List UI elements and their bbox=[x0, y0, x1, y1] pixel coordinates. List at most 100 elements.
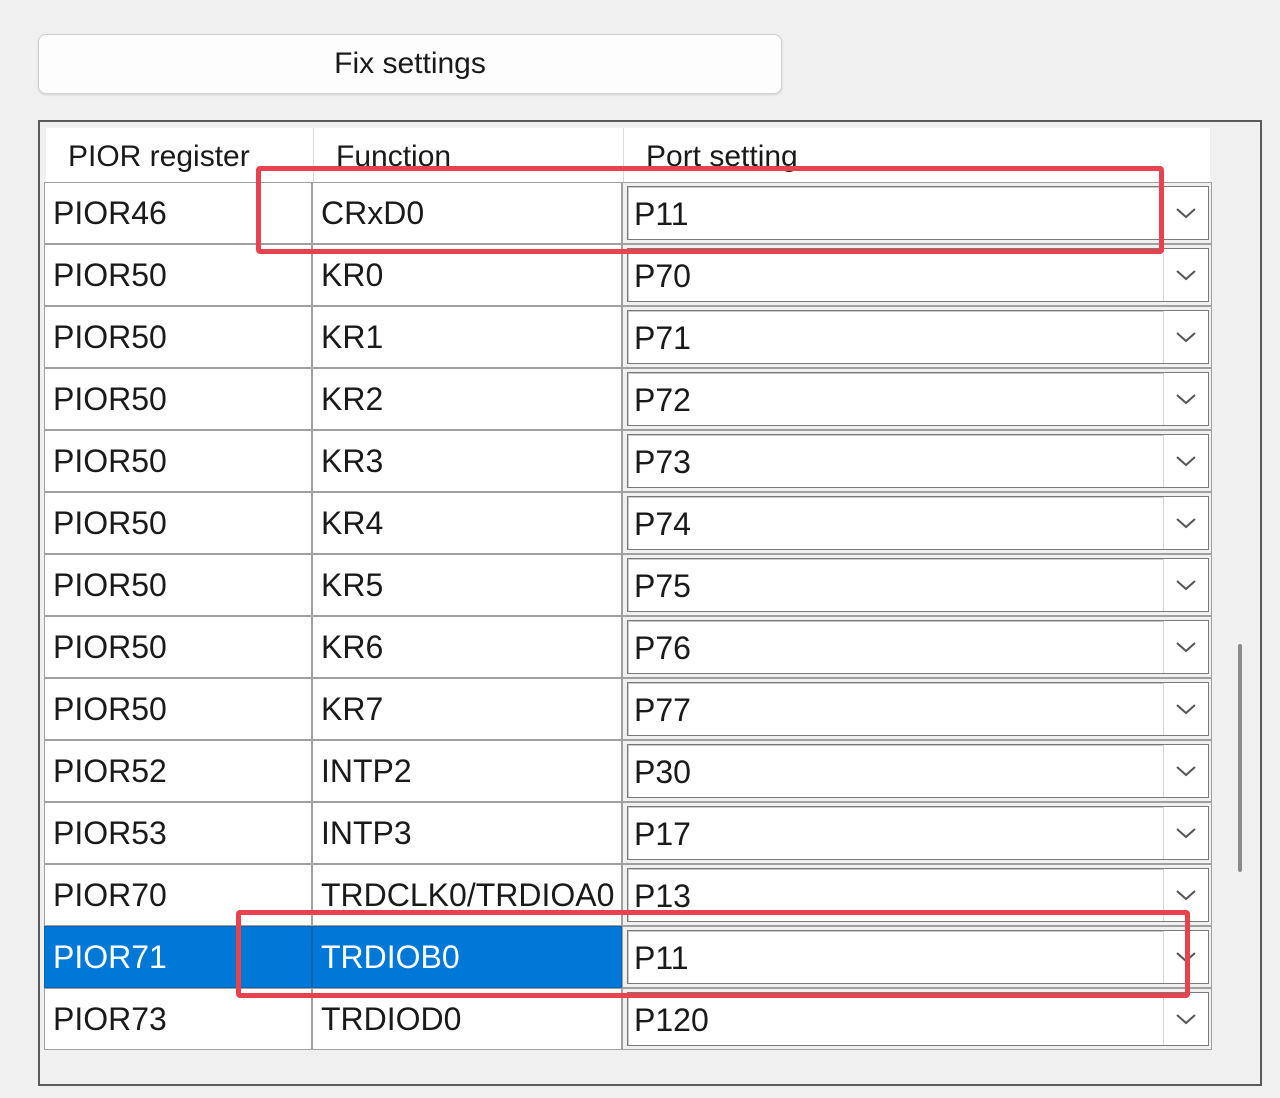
cell-function[interactable]: KR2 bbox=[312, 368, 622, 430]
chevron-down-icon[interactable] bbox=[1163, 497, 1208, 549]
cell-port-setting[interactable]: P11 bbox=[622, 926, 1212, 988]
port-select[interactable]: P11 bbox=[627, 186, 1209, 240]
cell-port-setting[interactable]: P13 bbox=[622, 864, 1212, 926]
cell-port-setting[interactable]: P30 bbox=[622, 740, 1212, 802]
cell-port-setting[interactable]: P71 bbox=[622, 306, 1212, 368]
cell-function[interactable]: KR5 bbox=[312, 554, 622, 616]
cell-function[interactable]: KR3 bbox=[312, 430, 622, 492]
port-select-value: P30 bbox=[634, 754, 691, 790]
cell-port-setting[interactable]: P70 bbox=[622, 244, 1212, 306]
chevron-down-icon[interactable] bbox=[1163, 249, 1208, 301]
port-select-value: P73 bbox=[634, 444, 691, 480]
cell-register[interactable]: PIOR50 bbox=[44, 306, 312, 368]
port-select[interactable]: P71 bbox=[627, 310, 1209, 364]
cell-register[interactable]: PIOR70 bbox=[44, 864, 312, 926]
port-select-value: P71 bbox=[634, 320, 691, 356]
chevron-down-icon[interactable] bbox=[1163, 187, 1208, 239]
cell-port-setting[interactable]: P73 bbox=[622, 430, 1212, 492]
cell-register[interactable]: PIOR50 bbox=[44, 430, 312, 492]
cell-function[interactable]: INTP3 bbox=[312, 802, 622, 864]
cell-register[interactable]: PIOR73 bbox=[44, 988, 312, 1050]
port-select-value: P11 bbox=[634, 196, 689, 232]
pior-settings-grid: PIOR register Function Port setting PIOR… bbox=[38, 120, 1262, 1086]
port-select[interactable]: P13 bbox=[627, 868, 1209, 922]
table-row[interactable]: PIOR52 INTP2 P30 bbox=[44, 740, 1212, 802]
table-row[interactable]: PIOR50 KR5 P75 bbox=[44, 554, 1212, 616]
port-select[interactable]: P17 bbox=[627, 806, 1209, 860]
table-row[interactable]: PIOR50 KR2 P72 bbox=[44, 368, 1212, 430]
chevron-down-icon[interactable] bbox=[1163, 559, 1208, 611]
chevron-down-icon[interactable] bbox=[1163, 869, 1208, 921]
table-row[interactable]: PIOR46 CRxD0 P11 bbox=[44, 182, 1212, 244]
table-row[interactable]: PIOR50 KR1 P71 bbox=[44, 306, 1212, 368]
cell-function[interactable]: KR4 bbox=[312, 492, 622, 554]
chevron-down-icon[interactable] bbox=[1163, 311, 1208, 363]
cell-port-setting[interactable]: P120 bbox=[622, 988, 1212, 1050]
table-row[interactable]: PIOR50 KR6 P76 bbox=[44, 616, 1212, 678]
port-select[interactable]: P30 bbox=[627, 744, 1209, 798]
cell-function[interactable]: TRDCLK0/TRDIOA0 bbox=[312, 864, 622, 926]
cell-function[interactable]: TRDIOD0 bbox=[312, 988, 622, 1050]
table-row[interactable]: PIOR50 KR3 P73 bbox=[44, 430, 1212, 492]
port-select[interactable]: P70 bbox=[627, 248, 1209, 302]
table-row[interactable]: PIOR50 KR0 P70 bbox=[44, 244, 1212, 306]
port-select[interactable]: P72 bbox=[627, 372, 1209, 426]
port-select[interactable]: P75 bbox=[627, 558, 1209, 612]
cell-port-setting[interactable]: P74 bbox=[622, 492, 1212, 554]
chevron-down-icon[interactable] bbox=[1163, 621, 1208, 673]
cell-register[interactable]: PIOR46 bbox=[44, 182, 312, 244]
scrollbar-thumb[interactable] bbox=[1238, 644, 1242, 872]
cell-register[interactable]: PIOR50 bbox=[44, 678, 312, 740]
table-row[interactable]: PIOR50 KR4 P74 bbox=[44, 492, 1212, 554]
port-select[interactable]: P120 bbox=[627, 992, 1209, 1046]
table-row[interactable]: PIOR70 TRDCLK0/TRDIOA0 P13 bbox=[44, 864, 1212, 926]
chevron-down-icon[interactable] bbox=[1163, 745, 1208, 797]
port-select-value: P11 bbox=[634, 940, 689, 976]
cell-port-setting[interactable]: P76 bbox=[622, 616, 1212, 678]
cell-function[interactable]: KR7 bbox=[312, 678, 622, 740]
chevron-down-icon[interactable] bbox=[1163, 683, 1208, 735]
cell-register[interactable]: PIOR50 bbox=[44, 244, 312, 306]
port-select[interactable]: P11 bbox=[627, 930, 1209, 984]
cell-register[interactable]: PIOR50 bbox=[44, 554, 312, 616]
table-row[interactable]: PIOR73 TRDIOD0 P120 bbox=[44, 988, 1212, 1050]
cell-port-setting[interactable]: P75 bbox=[622, 554, 1212, 616]
chevron-down-icon[interactable] bbox=[1163, 435, 1208, 487]
chevron-down-icon[interactable] bbox=[1163, 993, 1208, 1045]
cell-function[interactable]: KR1 bbox=[312, 306, 622, 368]
chevron-down-icon[interactable] bbox=[1163, 373, 1208, 425]
port-select-value: P75 bbox=[634, 568, 691, 604]
chevron-down-icon[interactable] bbox=[1163, 931, 1208, 983]
cell-function[interactable]: KR6 bbox=[312, 616, 622, 678]
cell-port-setting[interactable]: P17 bbox=[622, 802, 1212, 864]
table-row[interactable]: PIOR50 KR7 P77 bbox=[44, 678, 1212, 740]
cell-register[interactable]: PIOR52 bbox=[44, 740, 312, 802]
header-pior-register[interactable]: PIOR register bbox=[46, 128, 314, 184]
header-function[interactable]: Function bbox=[314, 128, 624, 184]
cell-register[interactable]: PIOR50 bbox=[44, 492, 312, 554]
table-row[interactable]: PIOR71 TRDIOB0 P11 bbox=[44, 926, 1212, 988]
table-row[interactable]: PIOR53 INTP3 P17 bbox=[44, 802, 1212, 864]
vertical-scrollbar[interactable] bbox=[1214, 128, 1254, 1044]
cell-port-setting[interactable]: P11 bbox=[622, 182, 1212, 244]
port-select[interactable]: P73 bbox=[627, 434, 1209, 488]
port-select-value: P74 bbox=[634, 506, 691, 542]
cell-function[interactable]: TRDIOB0 bbox=[312, 926, 622, 988]
cell-function[interactable]: CRxD0 bbox=[312, 182, 622, 244]
chevron-down-icon[interactable] bbox=[1163, 807, 1208, 859]
fix-settings-button[interactable]: Fix settings bbox=[38, 34, 782, 94]
cell-function[interactable]: INTP2 bbox=[312, 740, 622, 802]
port-select[interactable]: P77 bbox=[627, 682, 1209, 736]
port-select-value: P13 bbox=[634, 878, 691, 914]
port-select[interactable]: P76 bbox=[627, 620, 1209, 674]
cell-port-setting[interactable]: P77 bbox=[622, 678, 1212, 740]
cell-register[interactable]: PIOR71 bbox=[44, 926, 312, 988]
port-select[interactable]: P74 bbox=[627, 496, 1209, 550]
cell-register[interactable]: PIOR53 bbox=[44, 802, 312, 864]
cell-register[interactable]: PIOR50 bbox=[44, 368, 312, 430]
cell-port-setting[interactable]: P72 bbox=[622, 368, 1212, 430]
header-port-setting[interactable]: Port setting bbox=[624, 128, 1210, 184]
cell-function[interactable]: KR0 bbox=[312, 244, 622, 306]
cell-register[interactable]: PIOR50 bbox=[44, 616, 312, 678]
port-select-value: P120 bbox=[634, 1002, 709, 1038]
